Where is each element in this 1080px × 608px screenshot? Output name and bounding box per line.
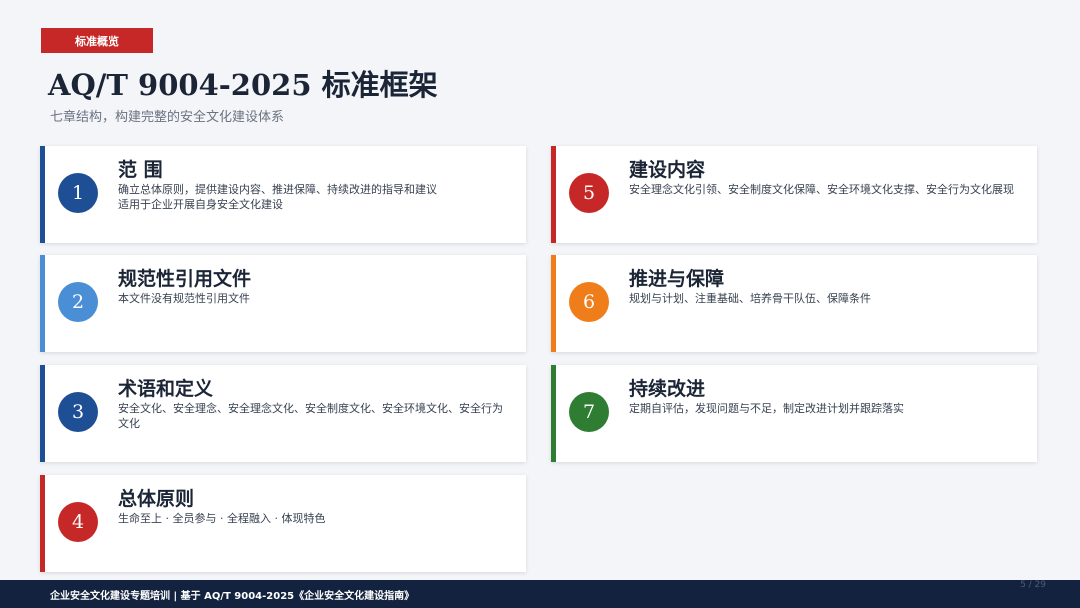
chapter-number-badge: 2: [58, 282, 98, 322]
chapter-title: 总体原则: [118, 488, 195, 510]
footer-bar: 企业安全文化建设专题培训 | 基于 AQ/T 9004-2025《企业安全文化建…: [0, 580, 1080, 608]
chapter-card-1: 1 范 围 确立总体原则，提供建设内容、推进保障、持续改进的指导和建议 适用于企…: [40, 146, 526, 243]
chapter-number-badge: 1: [58, 173, 98, 213]
chapter-card-2: 2 规范性引用文件 本文件没有规范性引用文件: [40, 255, 526, 352]
chapter-number-badge: 3: [58, 392, 98, 432]
chapter-number-badge: 6: [569, 282, 609, 322]
chapter-number-badge: 4: [58, 502, 98, 542]
chapter-description: 定期自评估，发现问题与不足，制定改进计划并跟踪落实: [629, 402, 904, 415]
chapter-description: 安全文化、安全理念、安全理念文化、安全制度文化、安全环境文化、安全行为文化: [118, 402, 503, 430]
page-title: AQ/T 9004-2025 标准框架: [48, 68, 438, 102]
chapter-title: 建设内容: [629, 159, 706, 181]
chapter-card-7: 7 持续改进 定期自评估，发现问题与不足，制定改进计划并跟踪落实: [551, 365, 1037, 462]
chapter-card-6: 6 推进与保障 规划与计划、注重基础、培养骨干队伍、保障条件: [551, 255, 1037, 352]
chapter-description: 本文件没有规范性引用文件: [118, 292, 250, 305]
chapter-card-4: 4 总体原则 生命至上 · 全员参与 · 全程融入 · 体现特色: [40, 475, 526, 572]
chapter-description: 安全理念文化引领、安全制度文化保障、安全环境文化支撑、安全行为文化展现: [629, 183, 1014, 196]
page-number: 5 / 29: [1020, 580, 1046, 590]
chapter-title: 范 围: [118, 159, 163, 181]
chapter-number-badge: 5: [569, 173, 609, 213]
chapter-title: 术语和定义: [118, 378, 214, 400]
chapter-title: 规范性引用文件: [118, 268, 252, 290]
section-tag: 标准概览: [41, 28, 153, 53]
chapter-description: 确立总体原则，提供建设内容、推进保障、持续改进的指导和建议 适用于企业开展自身安…: [118, 183, 437, 211]
chapter-description: 规划与计划、注重基础、培养骨干队伍、保障条件: [629, 292, 871, 305]
chapter-card-5: 5 建设内容 安全理念文化引领、安全制度文化保障、安全环境文化支撑、安全行为文化…: [551, 146, 1037, 243]
chapter-title: 持续改进: [629, 378, 706, 400]
footer-text: 企业安全文化建设专题培训 | 基于 AQ/T 9004-2025《企业安全文化建…: [50, 591, 415, 602]
chapter-card-3: 3 术语和定义 安全文化、安全理念、安全理念文化、安全制度文化、安全环境文化、安…: [40, 365, 526, 462]
page-subtitle: 七章结构，构建完整的安全文化建设体系: [50, 110, 285, 125]
chapter-description: 生命至上 · 全员参与 · 全程融入 · 体现特色: [118, 512, 326, 525]
chapter-number-badge: 7: [569, 392, 609, 432]
chapter-title: 推进与保障: [629, 268, 725, 290]
